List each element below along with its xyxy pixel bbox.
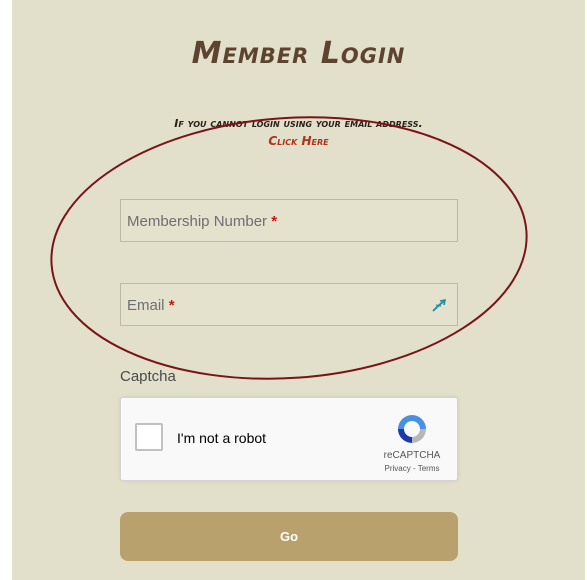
- required-marker: *: [168, 297, 175, 314]
- recaptcha-privacy-terms[interactable]: Privacy - Terms: [369, 464, 455, 473]
- recaptcha-checkbox-label: I'm not a robot: [177, 430, 267, 446]
- membership-number-label: Membership Number *: [127, 213, 278, 230]
- autofill-arrow-icon[interactable]: [431, 297, 447, 313]
- recaptcha-logo-icon: [398, 415, 426, 443]
- required-marker: *: [271, 213, 278, 230]
- recaptcha-brand: reCAPTCHA: [383, 450, 441, 461]
- email-field[interactable]: Email *: [120, 283, 458, 326]
- page-title: Member Login: [191, 36, 406, 71]
- recaptcha-widget: I'm not a robot reCAPTCHA Privacy - Term…: [120, 397, 458, 481]
- membership-number-field[interactable]: Membership Number *: [120, 199, 458, 242]
- captcha-label: Captcha: [120, 368, 176, 385]
- go-button[interactable]: Go: [120, 512, 458, 561]
- recaptcha-checkbox[interactable]: [135, 423, 163, 451]
- email-login-notice: If you cannot login using your email add…: [174, 117, 423, 130]
- email-label: Email *: [127, 297, 175, 314]
- login-panel: Member Login If you cannot login using y…: [12, 0, 585, 580]
- click-here-link[interactable]: Click Here: [12, 134, 585, 148]
